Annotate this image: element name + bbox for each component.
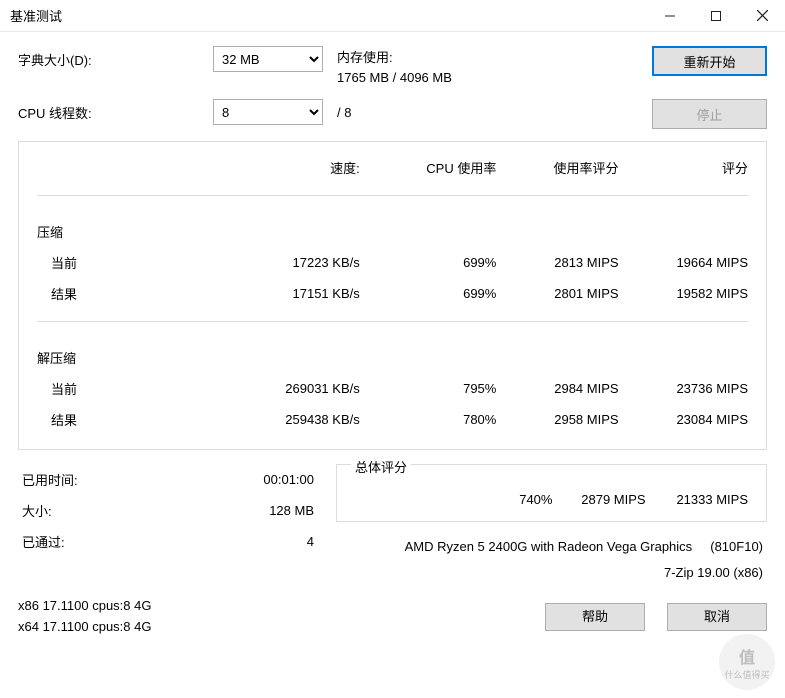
titlebar: 基准测试 — [0, 0, 785, 32]
dict-size-label: 字典大小(D): — [18, 46, 213, 69]
compress-section-title: 压缩 — [33, 208, 752, 247]
stop-button: 停止 — [652, 99, 767, 129]
close-button[interactable] — [739, 0, 785, 32]
threads-label: CPU 线程数: — [18, 99, 213, 122]
decompress-section-title: 解压缩 — [33, 334, 752, 373]
size-value: 128 MB — [174, 495, 318, 526]
col-rating: 评分 — [623, 152, 752, 183]
maximize-button[interactable] — [693, 0, 739, 32]
memory-usage-label: 内存使用: — [337, 48, 652, 68]
cpu-id: (810F10) — [710, 539, 763, 554]
minimize-button[interactable] — [647, 0, 693, 32]
cpu-name: AMD Ryzen 5 2400G with Radeon Vega Graph… — [405, 539, 693, 554]
overall-rating-panel: 总体评分 740% 2879 MIPS 21333 MIPS — [336, 464, 767, 522]
cpu-build-info: x86 17.1100 cpus:8 4G x64 17.1100 cpus:8… — [18, 596, 523, 638]
threads-select[interactable]: 8 — [213, 99, 323, 125]
help-button[interactable]: 帮助 — [545, 603, 645, 631]
col-usage-rating: 使用率评分 — [500, 152, 622, 183]
cancel-button[interactable]: 取消 — [667, 603, 767, 631]
results-panel: 速度: CPU 使用率 使用率评分 评分 压缩 当前 17223 KB/s 69… — [18, 141, 767, 450]
overall-usage-rating: 2879 MIPS — [556, 488, 649, 511]
decompress-current-row: 当前 269031 KB/s 795% 2984 MIPS 23736 MIPS — [33, 373, 752, 404]
elapsed-label: 已用时间: — [18, 464, 174, 495]
memory-usage-value: 1765 MB / 4096 MB — [337, 68, 652, 88]
app-version: 7-Zip 19.00 (x86) — [336, 560, 763, 586]
passed-value: 4 — [174, 526, 318, 557]
compress-result-row: 结果 17151 KB/s 699% 2801 MIPS 19582 MIPS — [33, 278, 752, 309]
overall-rating: 21333 MIPS — [650, 488, 752, 511]
overall-cpu: 740% — [503, 488, 556, 511]
passed-label: 已通过: — [18, 526, 174, 557]
elapsed-value: 00:01:00 — [174, 464, 318, 495]
summary-table: 已用时间: 00:01:00 大小: 128 MB 已通过: 4 — [18, 464, 318, 557]
window-title: 基准测试 — [0, 6, 647, 25]
decompress-result-row: 结果 259438 KB/s 780% 2958 MIPS 23084 MIPS — [33, 404, 752, 435]
col-speed: 速度: — [220, 152, 364, 183]
size-label: 大小: — [18, 495, 174, 526]
threads-max: / 8 — [337, 105, 351, 120]
compress-current-row: 当前 17223 KB/s 699% 2813 MIPS 19664 MIPS — [33, 247, 752, 278]
overall-title: 总体评分 — [351, 457, 411, 476]
dict-size-select[interactable]: 32 MB — [213, 46, 323, 72]
restart-button[interactable]: 重新开始 — [652, 46, 767, 76]
col-cpu-usage: CPU 使用率 — [364, 152, 501, 183]
